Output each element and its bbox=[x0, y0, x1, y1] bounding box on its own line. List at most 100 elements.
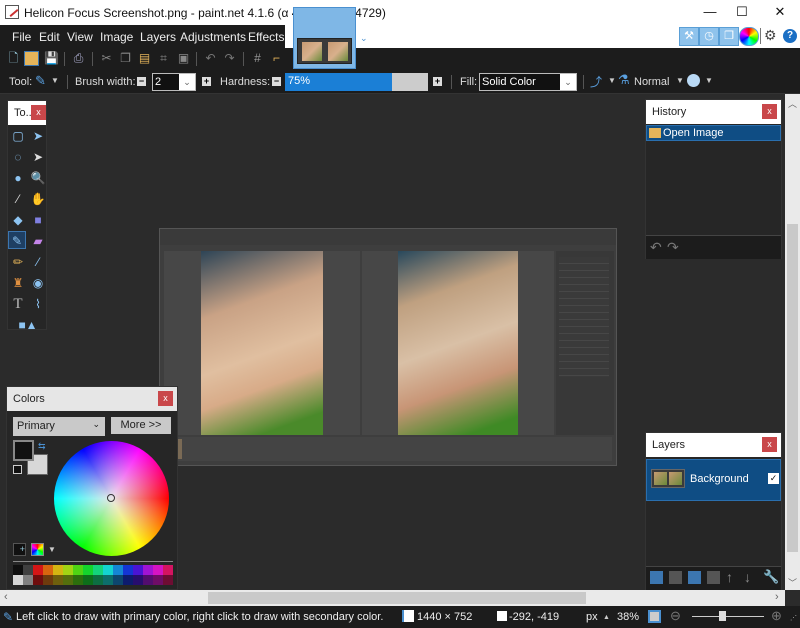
color-picker-icon[interactable]: ⁄ bbox=[29, 253, 47, 271]
settings-gear-icon[interactable]: ⚙ bbox=[764, 27, 777, 44]
vertical-scroll-thumb[interactable] bbox=[787, 224, 798, 552]
delete-layer-icon[interactable] bbox=[669, 571, 682, 584]
zoom-tool-icon[interactable]: 🔍 bbox=[29, 169, 47, 187]
open-file-icon[interactable] bbox=[24, 51, 39, 66]
selection-quality-icon[interactable] bbox=[687, 74, 700, 87]
clone-stamp-icon[interactable]: ♜ bbox=[9, 274, 27, 292]
add-to-palette-icon[interactable]: + bbox=[13, 543, 26, 556]
zoom-slider[interactable] bbox=[692, 616, 764, 617]
reset-colors-icon[interactable] bbox=[13, 465, 22, 474]
move-layer-down-icon[interactable]: ↓ bbox=[744, 569, 751, 585]
palette-swatch[interactable] bbox=[133, 565, 143, 575]
eraser-icon[interactable]: ▰ bbox=[29, 232, 47, 250]
menu-image[interactable]: Image bbox=[100, 30, 133, 44]
layer-visibility-checkbox[interactable]: ✓ bbox=[768, 473, 779, 484]
merge-layer-down-icon[interactable] bbox=[707, 571, 720, 584]
image-list-dropdown-icon[interactable]: ⌄ bbox=[360, 33, 368, 44]
color-wheel-cursor[interactable] bbox=[107, 494, 115, 502]
zoom-level[interactable]: 38% bbox=[617, 611, 639, 623]
image-canvas[interactable] bbox=[159, 228, 617, 466]
palette-swatch[interactable] bbox=[103, 575, 113, 585]
pan-hand-icon[interactable]: ✋ bbox=[29, 190, 47, 208]
crop-to-selection-icon[interactable]: ⌗ bbox=[156, 51, 171, 66]
new-image-icon[interactable]: 🗋 bbox=[6, 51, 21, 66]
brush-width-increase-button[interactable]: + bbox=[202, 77, 211, 86]
ruler-icon[interactable]: ⌐ bbox=[269, 51, 284, 66]
palette-swatch[interactable] bbox=[43, 575, 53, 585]
units-dropdown-icon[interactable]: ▲ bbox=[603, 614, 610, 621]
palette-swatch[interactable] bbox=[103, 565, 113, 575]
palette-swatch[interactable] bbox=[163, 565, 173, 575]
scroll-left-icon[interactable]: ‹ bbox=[4, 591, 8, 603]
palette-swatch[interactable] bbox=[163, 575, 173, 585]
add-layer-icon[interactable] bbox=[650, 571, 663, 584]
color-wheel[interactable] bbox=[54, 441, 169, 556]
paste-icon[interactable]: ▤ bbox=[137, 51, 152, 66]
zoom-slider-thumb[interactable] bbox=[719, 611, 726, 621]
palette-swatch[interactable] bbox=[143, 565, 153, 575]
palette-swatch[interactable] bbox=[133, 575, 143, 585]
deselect-icon[interactable]: ▣ bbox=[176, 51, 191, 66]
palette-swatch[interactable] bbox=[43, 565, 53, 575]
redo-icon[interactable]: ↷ bbox=[222, 51, 237, 66]
paint-bucket-icon[interactable]: ◆ bbox=[9, 211, 27, 229]
palette-swatch[interactable] bbox=[153, 565, 163, 575]
scroll-up-icon[interactable]: ︿ bbox=[788, 97, 797, 110]
tools-panel-toggle-icon[interactable]: ⚒ bbox=[679, 27, 699, 46]
antialiasing-dropdown-icon[interactable]: ▼ bbox=[608, 76, 616, 85]
palette-swatch[interactable] bbox=[23, 575, 33, 585]
cut-icon[interactable]: ✂ bbox=[99, 51, 114, 66]
units-selector[interactable]: px bbox=[586, 611, 598, 623]
colors-panel-close-button[interactable]: x bbox=[158, 391, 173, 406]
move-layer-up-icon[interactable]: ↑ bbox=[726, 569, 733, 585]
menu-layers[interactable]: Layers bbox=[140, 30, 176, 44]
palette-swatch[interactable] bbox=[153, 575, 163, 585]
horizontal-scrollbar[interactable]: ‹ › bbox=[0, 590, 785, 606]
hardness-decrease-button[interactable]: − bbox=[272, 77, 281, 86]
palette-dropdown-icon[interactable]: ▼ bbox=[48, 545, 56, 554]
palette-swatch[interactable] bbox=[63, 575, 73, 585]
palette-swatch[interactable] bbox=[83, 575, 93, 585]
palette-swatch[interactable] bbox=[73, 565, 83, 575]
more-colors-button[interactable]: More >> bbox=[111, 417, 171, 434]
palette-swatch[interactable] bbox=[73, 575, 83, 585]
palette-swatch[interactable] bbox=[143, 575, 153, 585]
color-mode-select[interactable]: Primary ⌄ bbox=[13, 417, 105, 436]
palette-swatch[interactable] bbox=[33, 575, 43, 585]
save-icon[interactable]: 💾 bbox=[44, 51, 59, 66]
resize-grip-icon[interactable]: ⋰ bbox=[790, 614, 797, 622]
colors-panel-toggle-icon[interactable] bbox=[739, 27, 759, 46]
help-icon[interactable]: ? bbox=[783, 29, 797, 43]
grid-icon[interactable]: # bbox=[250, 51, 265, 66]
layers-panel-close-button[interactable]: x bbox=[762, 437, 777, 452]
history-panel-toggle-icon[interactable]: ◷ bbox=[699, 27, 719, 46]
magic-wand-icon[interactable]: ⁄ bbox=[9, 190, 27, 208]
layers-panel-toggle-icon[interactable]: ❐ bbox=[719, 27, 739, 46]
print-icon[interactable]: ⎙ bbox=[71, 51, 86, 66]
copy-icon[interactable]: ❐ bbox=[118, 51, 133, 66]
swap-colors-icon[interactable]: ⇆ bbox=[38, 441, 46, 452]
tool-dropdown-icon[interactable]: ▼ bbox=[51, 76, 59, 85]
undo-icon[interactable]: ↶ bbox=[650, 239, 662, 256]
palette-swatch[interactable] bbox=[113, 575, 123, 585]
image-tab[interactable] bbox=[293, 7, 356, 69]
gradient-icon[interactable]: ■ bbox=[29, 211, 47, 229]
menu-adjustments[interactable]: Adjustments bbox=[180, 30, 246, 44]
hardness-increase-button[interactable]: + bbox=[433, 77, 442, 86]
palette-swatch[interactable] bbox=[53, 575, 63, 585]
text-tool-icon[interactable]: T bbox=[9, 295, 27, 313]
move-selected-pixels-icon[interactable]: ➤ bbox=[29, 127, 47, 145]
palette-swatch[interactable] bbox=[23, 565, 33, 575]
paintbrush-icon[interactable]: ✎ bbox=[35, 73, 46, 89]
zoom-to-window-icon[interactable] bbox=[648, 610, 661, 623]
palette-swatch[interactable] bbox=[33, 565, 43, 575]
blend-mode-value[interactable]: Normal bbox=[634, 76, 669, 88]
palette-menu-icon[interactable] bbox=[31, 543, 44, 556]
vertical-scrollbar[interactable]: ︿ ﹀ bbox=[785, 94, 800, 590]
scroll-right-icon[interactable]: › bbox=[775, 591, 779, 603]
rectangle-select-icon[interactable]: ▢ bbox=[9, 127, 27, 145]
zoom-in-icon[interactable]: ⊕ bbox=[771, 608, 782, 624]
shapes-icon[interactable]: ■▲ bbox=[13, 316, 43, 334]
paintbrush-tool-icon[interactable]: ✎ bbox=[8, 231, 26, 249]
recolor-icon[interactable]: ◉ bbox=[29, 274, 47, 292]
